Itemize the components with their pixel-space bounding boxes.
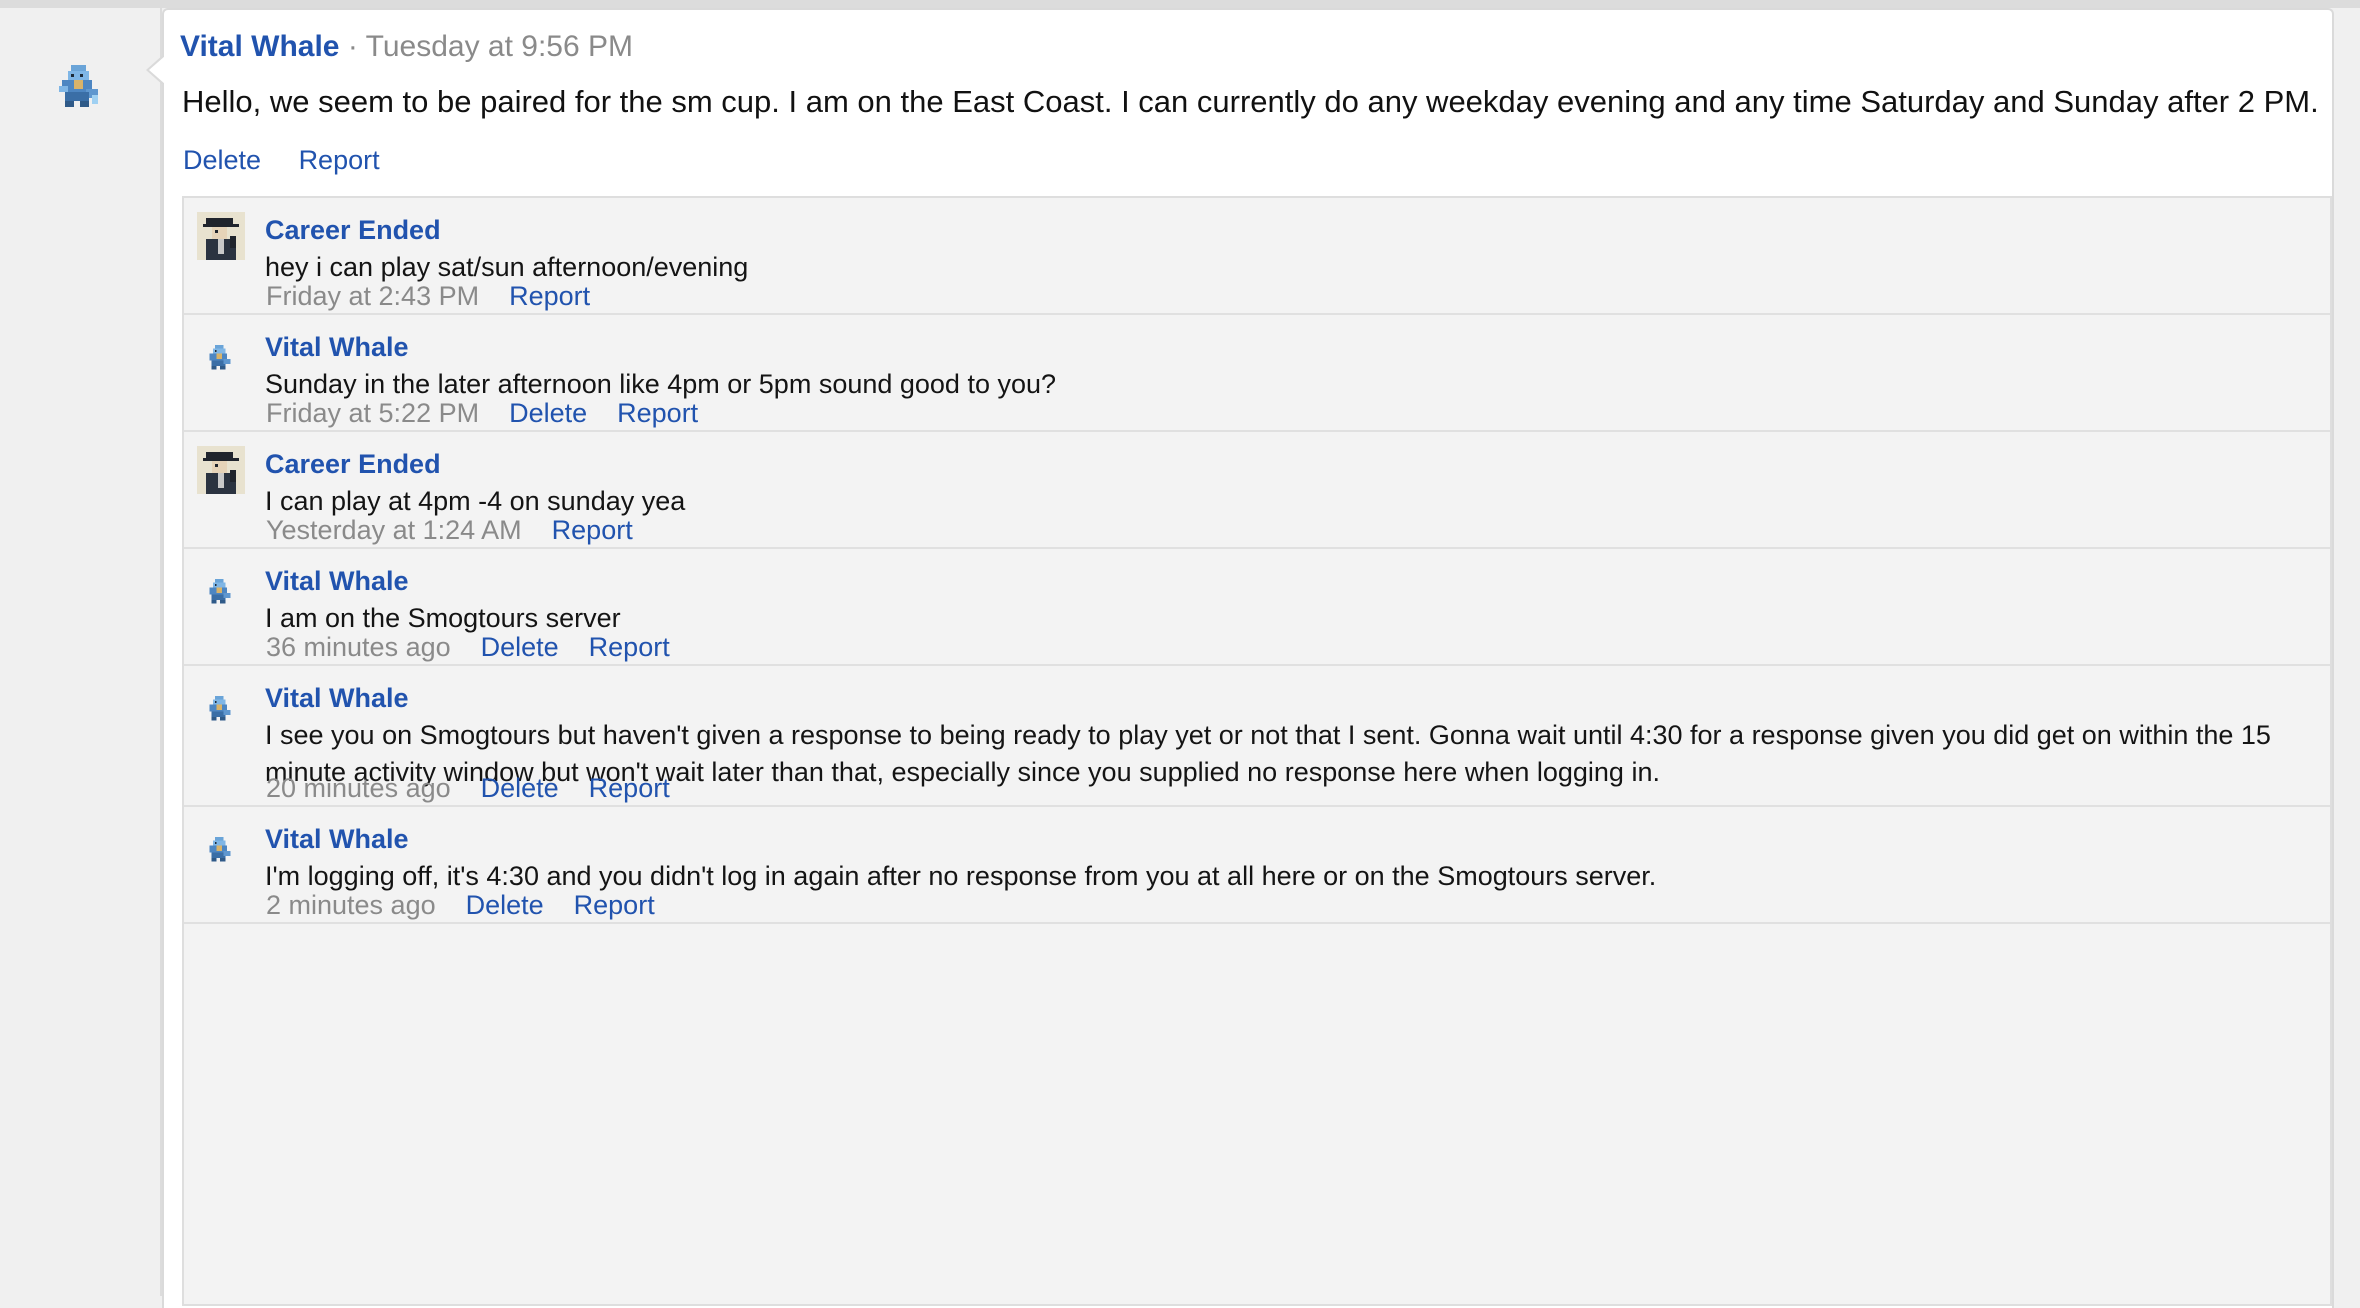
- comment-time[interactable]: Friday at 2:43 PM: [266, 281, 479, 311]
- comment-item: Career Ended hey i can play sat/sun afte…: [184, 198, 2330, 315]
- comment-report-link[interactable]: Report: [589, 632, 670, 662]
- comment-item: Vital Whale I'm logging off, it's 4:30 a…: [184, 807, 2330, 924]
- post-message: Hello, we seem to be paired for the sm c…: [182, 84, 2319, 119]
- comment-meta: Friday at 5:22 PM Delete Report: [266, 398, 728, 429]
- comment-report-link[interactable]: Report: [617, 398, 698, 428]
- comment-list: Career Ended hey i can play sat/sun afte…: [182, 196, 2332, 1306]
- left-gutter: [0, 8, 162, 1296]
- character-avatar[interactable]: [197, 212, 245, 260]
- comment-author-link[interactable]: Vital Whale: [265, 332, 409, 363]
- comment-meta: 2 minutes ago Delete Report: [266, 890, 685, 921]
- comment-delete-link[interactable]: Delete: [509, 398, 587, 428]
- comment-time[interactable]: Friday at 5:22 PM: [266, 398, 479, 428]
- post-date[interactable]: Tuesday at 9:56 PM: [366, 30, 633, 63]
- comment-time[interactable]: 36 minutes ago: [266, 632, 451, 662]
- comment-report-link[interactable]: Report: [552, 515, 633, 545]
- sprite-avatar[interactable]: [206, 577, 234, 605]
- top-border: [0, 0, 2360, 8]
- comment-time[interactable]: Yesterday at 1:24 AM: [266, 515, 522, 545]
- comment-meta: Friday at 2:43 PM Report: [266, 281, 620, 312]
- poster-avatar[interactable]: [56, 62, 104, 110]
- comment-time[interactable]: 2 minutes ago: [266, 890, 436, 920]
- post-author-link[interactable]: Vital Whale: [180, 30, 340, 63]
- comment-meta: 20 minutes ago Delete Report: [266, 773, 700, 804]
- comment-meta: Yesterday at 1:24 AM Report: [266, 515, 663, 546]
- comment-meta: 36 minutes ago Delete Report: [266, 632, 700, 663]
- comment-item: Vital Whale I am on the Smogtours server…: [184, 549, 2330, 666]
- comment-author-link[interactable]: Career Ended: [265, 215, 441, 246]
- comment-report-link[interactable]: Report: [574, 890, 655, 920]
- card-pointer-inner: [149, 56, 165, 84]
- comment-author-link[interactable]: Career Ended: [265, 449, 441, 480]
- comment-author-link[interactable]: Vital Whale: [265, 566, 409, 597]
- comment-report-link[interactable]: Report: [589, 773, 670, 803]
- post-header: Vital Whale · Tuesday at 9:56 PM: [180, 30, 633, 70]
- comment-time[interactable]: 20 minutes ago: [266, 773, 451, 803]
- comment-author-link[interactable]: Vital Whale: [265, 824, 409, 855]
- comment-delete-link[interactable]: Delete: [481, 632, 559, 662]
- comment-report-link[interactable]: Report: [509, 281, 590, 311]
- comment-delete-link[interactable]: Delete: [481, 773, 559, 803]
- comment-delete-link[interactable]: Delete: [466, 890, 544, 920]
- post-delete-link[interactable]: Delete: [183, 145, 261, 175]
- sprite-avatar[interactable]: [206, 694, 234, 722]
- sprite-avatar[interactable]: [206, 835, 234, 863]
- comment-author-link[interactable]: Vital Whale: [265, 683, 409, 714]
- sprite-avatar[interactable]: [206, 343, 234, 371]
- post-report-link[interactable]: Report: [299, 145, 380, 175]
- header-separator: ·: [347, 30, 358, 63]
- comment-item: Vital Whale Sunday in the later afternoo…: [184, 315, 2330, 432]
- comment-item: Career Ended I can play at 4pm -4 on sun…: [184, 432, 2330, 549]
- comment-item: Vital Whale I see you on Smogtours but h…: [184, 666, 2330, 807]
- post-actions: Delete Report: [183, 145, 410, 176]
- character-avatar[interactable]: [197, 446, 245, 494]
